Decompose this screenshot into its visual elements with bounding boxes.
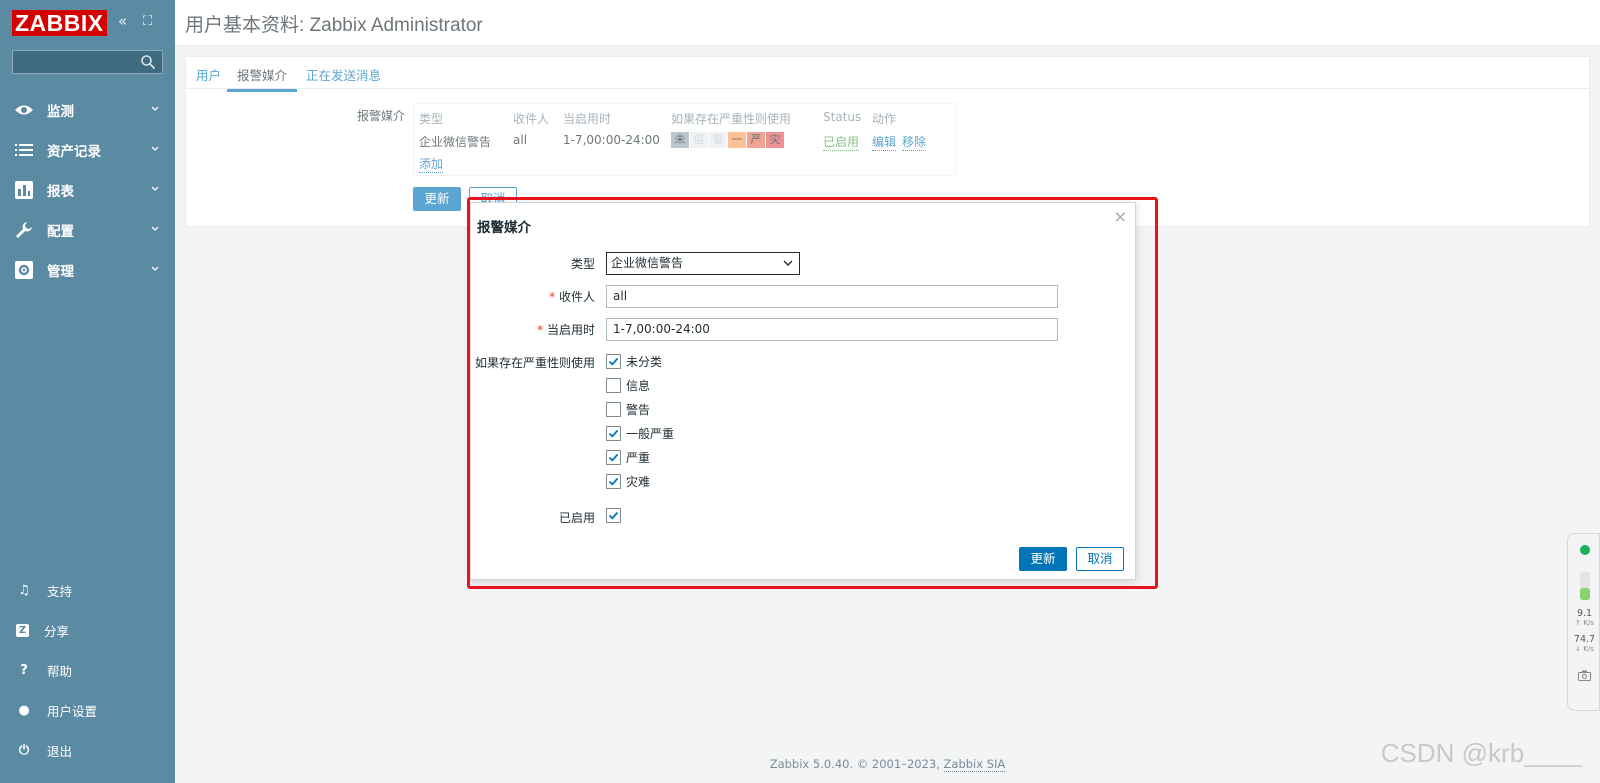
severity-option-label: 未分类 <box>626 355 663 369</box>
enabled-label: 已启用 <box>558 511 595 525</box>
severity-option-label: 严重 <box>626 451 651 465</box>
footer-nav: ♫ 支持 Z 分享 ? 帮助 ● 用户设置 ⏻ 退出 <box>0 570 175 770</box>
severity-checkbox[interactable] <box>606 354 621 369</box>
collapse-sidebar-icon[interactable]: « <box>118 12 127 30</box>
when-active-input[interactable]: 1-7,00:00-24:00 <box>606 318 1058 341</box>
nav-item-configuration[interactable]: 配置 <box>0 210 175 250</box>
nav-label: 分享 <box>44 623 70 639</box>
media-dialog: 报警媒介 × 类型 企业微信警告 * 收件人 all * 当启用时 1-7,00… <box>470 202 1136 580</box>
nav-label: 帮助 <box>47 663 73 679</box>
nav-label: 配置 <box>47 224 74 240</box>
enabled-checkbox-row[interactable] <box>606 508 626 523</box>
footer-link[interactable]: Zabbix SIA <box>943 757 1006 772</box>
nav-item-logout[interactable]: ⏻ 退出 <box>0 730 175 770</box>
chevron-down-icon <box>783 260 793 266</box>
gear-icon <box>14 261 34 279</box>
sendto-input[interactable]: all <box>606 285 1058 308</box>
nav-label: 资产记录 <box>47 144 101 160</box>
upload-speed: 9.1 <box>1576 608 1593 619</box>
severity-option-label: 一般严重 <box>626 427 675 441</box>
nav-label: 监测 <box>47 104 74 120</box>
severity-checkbox-row[interactable]: 灾难 <box>606 473 650 490</box>
kiosk-mode-icon[interactable]: ⛶ <box>143 14 152 29</box>
chevron-down-icon <box>151 186 159 191</box>
chevron-down-icon <box>151 106 159 111</box>
severity-checkbox-row[interactable]: 一般严重 <box>606 425 674 442</box>
level-bar-fill <box>1580 588 1590 600</box>
severity-checkbox[interactable] <box>606 426 621 441</box>
when-label-text: 当启用时 <box>546 323 595 337</box>
eye-icon <box>14 101 34 119</box>
severity-checkbox[interactable] <box>606 402 621 417</box>
enabled-checkbox[interactable] <box>606 508 621 523</box>
required-mark: * <box>537 323 544 337</box>
severity-checkbox[interactable] <box>606 450 621 465</box>
nav-label: 用户设置 <box>47 703 98 719</box>
nav-item-monitoring[interactable]: 监测 <box>0 90 175 130</box>
download-speed: 74.7 <box>1573 634 1596 645</box>
dialog-title: 报警媒介 <box>477 220 531 236</box>
nav-item-help[interactable]: ? 帮助 <box>0 650 175 690</box>
network-speed-widget[interactable]: 9.1 ↑ K/s 74.7 ↓ K/s <box>1567 533 1600 711</box>
close-icon[interactable]: × <box>1114 207 1127 226</box>
severity-checkbox-row[interactable]: 信息 <box>606 377 650 394</box>
chevron-down-icon <box>151 266 159 271</box>
nav-item-inventory[interactable]: 资产记录 <box>0 130 175 170</box>
dialog-cancel-button[interactable]: 取消 <box>1076 547 1124 571</box>
sidebar-search-input[interactable] <box>12 50 163 74</box>
share-icon: Z <box>16 623 29 637</box>
required-mark: * <box>549 290 556 304</box>
nav-item-support[interactable]: ♫ 支持 <box>0 570 175 610</box>
user-icon: ● <box>18 702 30 718</box>
bar-chart-icon <box>14 181 34 199</box>
wrench-icon <box>14 221 34 239</box>
sendto-label: * 收件人 <box>471 288 595 305</box>
media-type-select[interactable]: 企业微信警告 <box>606 252 800 275</box>
severity-checkbox-row[interactable]: 警告 <box>606 401 650 418</box>
media-type-value: 企业微信警告 <box>611 256 684 270</box>
download-unit: ↓ K/s <box>1575 645 1594 653</box>
list-icon <box>14 141 34 159</box>
nav-label: 管理 <box>47 264 74 280</box>
nav-item-user-settings[interactable]: ● 用户设置 <box>0 690 175 730</box>
footer-text: Zabbix 5.0.40. © 2001–2023, <box>769 757 944 771</box>
help-icon: ? <box>20 662 28 678</box>
upload-unit: ↑ K/s <box>1575 619 1594 627</box>
severity-checkbox[interactable] <box>606 378 621 393</box>
zabbix-logo[interactable]: ZABBIX <box>12 10 107 36</box>
severity-checkbox[interactable] <box>606 474 621 489</box>
nav-label: 退出 <box>47 743 73 759</box>
severity-checkbox-row[interactable]: 严重 <box>606 449 650 466</box>
when-label: * 当启用时 <box>471 321 595 338</box>
nav-label: 报表 <box>47 184 74 200</box>
sidebar: ZABBIX « ⛶ 监测 资产记录 报表 配置 管理 ♫ 支持 Z 分享 ? … <box>0 0 175 783</box>
nav-label: 支持 <box>47 583 73 599</box>
severity-checkbox-row[interactable]: 未分类 <box>606 353 662 370</box>
type-label: 类型 <box>570 257 595 271</box>
nav-item-reports[interactable]: 报表 <box>0 170 175 210</box>
severity-option-label: 信息 <box>626 379 651 393</box>
nav-item-share[interactable]: Z 分享 <box>0 610 175 650</box>
watermark: CSDN @krb____ <box>1380 738 1582 768</box>
dialog-update-button[interactable]: 更新 <box>1019 547 1067 571</box>
chevron-down-icon <box>151 226 159 231</box>
level-bar <box>1580 572 1590 600</box>
nav-item-administration[interactable]: 管理 <box>0 250 175 290</box>
camera-icon[interactable] <box>1578 670 1591 681</box>
severity-option-label: 警告 <box>626 403 651 417</box>
severity-label: 如果存在严重性则使用 <box>474 356 595 370</box>
main-nav: 监测 资产记录 报表 配置 管理 <box>0 90 175 290</box>
sendto-label-text: 收件人 <box>558 290 595 304</box>
headset-icon: ♫ <box>18 582 30 598</box>
chevron-down-icon <box>151 146 159 151</box>
severity-option-label: 灾难 <box>626 475 651 489</box>
status-dot-icon <box>1580 545 1590 555</box>
search-icon[interactable] <box>140 54 156 70</box>
power-icon: ⏻ <box>18 742 30 758</box>
